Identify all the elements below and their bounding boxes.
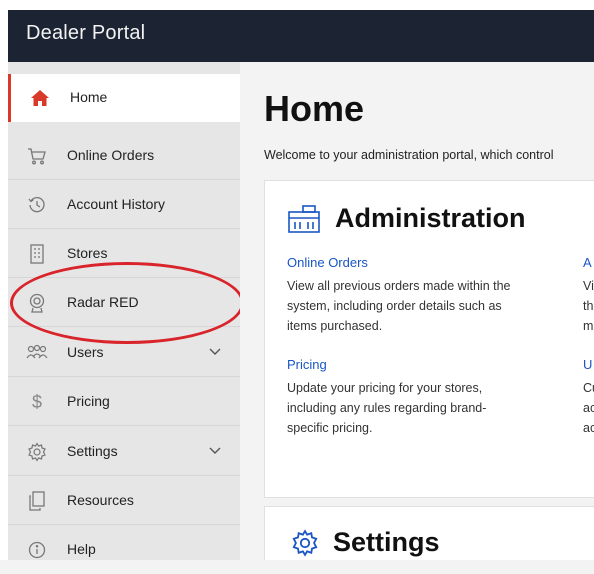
sidebar-item-users[interactable]: Users [8, 329, 240, 377]
store-icon [26, 243, 48, 265]
sidebar-item-label: Online Orders [67, 147, 155, 163]
card-title: Administration [335, 203, 526, 233]
sidebar-item-account-history[interactable]: Account History [8, 181, 240, 229]
sidebar-item-label: Help [67, 541, 96, 557]
gear-icon [291, 528, 319, 557]
sidebar-item-label: Radar RED [67, 294, 139, 310]
home-icon [29, 87, 51, 109]
online-orders-link[interactable]: Online Orders [287, 255, 557, 270]
card-header: Administration [287, 203, 526, 234]
administration-card: Administration Online Orders View all pr… [264, 180, 594, 498]
app-title: Dealer Portal [26, 22, 146, 44]
admin-panel-icon [287, 204, 321, 234]
dollar-icon: $ [31, 391, 42, 412]
main-content: Home Welcome to your administration port… [240, 62, 594, 560]
sidebar-item-radar-red[interactable]: Radar RED [8, 279, 240, 327]
sidebar-item-resources[interactable]: Resources [8, 477, 240, 525]
sidebar-item-label: Users [67, 344, 104, 360]
cart-icon [26, 145, 48, 167]
chevron-down-icon[interactable] [208, 345, 222, 359]
card-title: Settings [333, 527, 440, 557]
pricing-link[interactable]: Pricing [287, 357, 557, 372]
gear-icon [26, 441, 48, 463]
section-description: View all previous orders made within the… [287, 279, 511, 333]
truncated-link[interactable]: A [583, 255, 594, 270]
section-description: Cu ac ac [583, 381, 594, 435]
card-header: Settings [287, 527, 440, 558]
sidebar-item-label: Resources [67, 492, 134, 508]
pricing-section: Pricing Update your pricing for your sto… [287, 357, 557, 438]
truncated-section: U Cu ac ac [583, 357, 594, 438]
sidebar-item-label: Stores [67, 245, 108, 261]
sidebar-item-settings[interactable]: Settings [8, 428, 240, 476]
sidebar-item-online-orders[interactable]: Online Orders [8, 132, 240, 180]
welcome-text: Welcome to your administration portal, w… [264, 148, 554, 162]
chevron-down-icon[interactable] [208, 444, 222, 458]
sidebar-item-stores[interactable]: Stores [8, 230, 240, 278]
frame-top [0, 0, 594, 10]
sidebar-item-home[interactable]: Home [8, 74, 240, 122]
users-icon [26, 342, 48, 364]
sidebar-item-label: Home [70, 89, 108, 105]
truncated-section: A Vi th m [583, 255, 594, 336]
sidebar-item-label: Pricing [67, 393, 110, 409]
sidebar-item-label: Account History [67, 196, 166, 212]
history-icon [26, 194, 48, 216]
page-title: Home [264, 88, 365, 129]
frame-left [0, 0, 8, 560]
info-icon [26, 539, 48, 561]
truncated-link[interactable]: U [583, 357, 594, 372]
sidebar-item-help[interactable]: Help [8, 526, 240, 574]
sidebar: Home Online Orders Account History Store… [8, 62, 240, 560]
top-bar: Dealer Portal [8, 10, 594, 62]
settings-card: Settings [264, 506, 594, 560]
radar-icon [26, 292, 48, 314]
online-orders-section: Online Orders View all previous orders m… [287, 255, 557, 336]
copy-icon [26, 490, 48, 512]
sidebar-item-pricing[interactable]: $ Pricing [8, 378, 240, 426]
sidebar-item-label: Settings [67, 443, 118, 459]
section-description: Vi th m [583, 279, 594, 333]
section-description: Update your pricing for your stores, inc… [287, 381, 487, 435]
